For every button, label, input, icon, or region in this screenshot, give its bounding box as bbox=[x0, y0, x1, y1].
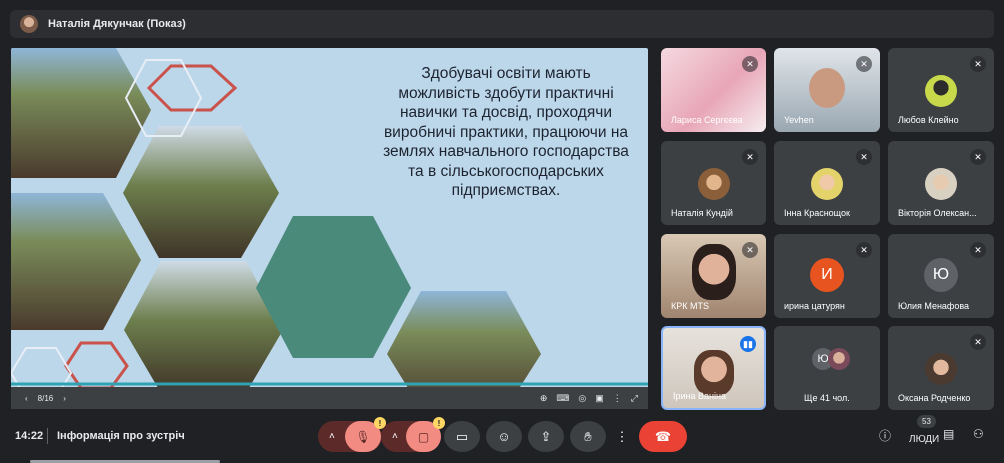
mic-off-icon: ✕ bbox=[742, 149, 758, 165]
camera-warning-badge: ! bbox=[433, 417, 445, 429]
participant-tile[interactable]: Ю ✕ Юлия Менафова bbox=[888, 234, 994, 318]
participant-name: Любов Клейно bbox=[898, 115, 959, 125]
mic-off-icon: ✕ bbox=[856, 242, 872, 258]
participant-name: Наталія Кундій bbox=[671, 208, 733, 218]
participant-name: Yevhen bbox=[784, 115, 814, 125]
presentation-stage: Здобувачі освіти мають можливість здобут… bbox=[11, 48, 648, 409]
mic-off-icon: ✕ bbox=[970, 242, 986, 258]
mic-off-icon: ✕ bbox=[970, 149, 986, 165]
info-icon[interactable]: ⓘ bbox=[879, 427, 891, 444]
chevron-left-icon[interactable]: ‹ bbox=[25, 394, 28, 403]
captions-icon: ▭ bbox=[455, 428, 469, 444]
participant-tile[interactable]: ✕ Інна Краснощок bbox=[774, 141, 880, 225]
chevron-right-icon[interactable]: › bbox=[63, 394, 66, 403]
participant-tile[interactable]: И ✕ ирина цатурян bbox=[774, 234, 880, 318]
participant-avatar bbox=[925, 168, 957, 200]
presenter-avatar bbox=[20, 15, 38, 33]
zoom-icon[interactable]: ⊕ bbox=[540, 393, 548, 404]
participant-name: Лариса Сергєєва bbox=[671, 115, 743, 125]
present-button[interactable]: ⇪ bbox=[528, 421, 564, 452]
participant-tile[interactable]: ✕ Наталія Кундій bbox=[661, 141, 766, 225]
participant-photo bbox=[809, 68, 845, 108]
participant-name: Оксана Родченко bbox=[898, 393, 971, 403]
more-options-button[interactable]: ⋮ bbox=[612, 421, 632, 452]
speaking-indicator-icon: ▮▮ bbox=[740, 336, 756, 352]
participant-name: Вікторія Олексан... bbox=[898, 208, 977, 218]
hand-icon: ✋︎ bbox=[584, 428, 592, 444]
participant-tile[interactable]: ✕ Оксана Родченко bbox=[888, 326, 994, 410]
people-count-badge: 53 bbox=[917, 415, 936, 428]
participant-tile[interactable]: ✕ Любов Клейно bbox=[888, 48, 994, 132]
participant-name: КРК MTS bbox=[671, 301, 709, 311]
chevron-up-icon[interactable]: ˄ bbox=[392, 431, 398, 442]
participant-name: Інна Краснощок bbox=[784, 208, 850, 218]
leave-call-button[interactable]: ☎ bbox=[639, 421, 687, 452]
mic-off-icon: ✕ bbox=[742, 242, 758, 258]
mic-control[interactable]: ˄ 🎙︎ ! bbox=[318, 417, 386, 452]
people-label[interactable]: ЛЮДИ bbox=[909, 434, 939, 445]
participant-avatar bbox=[925, 75, 957, 107]
chevron-up-icon[interactable]: ˄ bbox=[329, 431, 335, 442]
mic-off-icon: ✕ bbox=[856, 56, 872, 72]
clock: 14:22 bbox=[15, 430, 44, 442]
participant-tile[interactable]: ✕ Yevhen bbox=[774, 48, 880, 132]
call-toolbar: 14:22 Інформація про зустріч ˄ 🎙︎ ! ˄ ▢ … bbox=[0, 415, 1004, 463]
more-vert-icon: ⋮ bbox=[615, 428, 629, 444]
camera-control[interactable]: ˄ ▢ ! bbox=[381, 417, 445, 452]
emoji-icon: ☺ bbox=[497, 429, 511, 444]
presenter-bar: Наталія Дякунчак (Показ) bbox=[10, 10, 994, 38]
photo-field-1 bbox=[11, 48, 151, 178]
participant-tile[interactable]: ✕ Вікторія Олексан... bbox=[888, 141, 994, 225]
participant-avatar bbox=[811, 168, 843, 200]
participant-name: Ірина Ваніна bbox=[673, 391, 726, 401]
divider bbox=[47, 428, 48, 444]
participant-name: Юлия Менафова bbox=[898, 301, 970, 311]
phone-hangup-icon: ☎ bbox=[654, 428, 672, 444]
participant-avatar bbox=[828, 348, 850, 370]
keyboard-icon[interactable]: ⌨ bbox=[556, 393, 569, 404]
presenter-title: Наталія Дякунчак (Показ) bbox=[48, 18, 186, 30]
meeting-info-label[interactable]: Інформація про зустріч bbox=[57, 430, 185, 442]
pip-icon[interactable]: ▣ bbox=[595, 393, 604, 404]
photo-tractor-1 bbox=[11, 193, 141, 330]
participant-initial: Ю bbox=[924, 258, 958, 292]
participant-photo bbox=[691, 244, 736, 300]
activities-icon[interactable]: ⚇ bbox=[973, 427, 984, 441]
participant-name: Ще 41 чол. bbox=[804, 393, 850, 403]
participant-photo bbox=[693, 350, 734, 396]
cast-icon[interactable]: ◎ bbox=[578, 393, 586, 404]
photo-tractor-2 bbox=[256, 216, 411, 358]
participant-initial: И bbox=[810, 258, 844, 292]
slide-controls: ‹ 8/16 › ⊕ ⌨ ◎ ▣ ⋮ ⤢ bbox=[11, 387, 648, 409]
fullscreen-icon[interactable]: ⤢ bbox=[631, 393, 638, 404]
participant-tile[interactable]: ✕ КРК MTS bbox=[661, 234, 766, 318]
participant-name: ирина цатурян bbox=[784, 301, 845, 311]
slide-page-indicator: 8/16 bbox=[37, 393, 54, 403]
chat-icon[interactable]: ▤ bbox=[943, 427, 954, 441]
more-icon[interactable]: ⋮ bbox=[613, 393, 622, 404]
mic-off-icon: ✕ bbox=[742, 56, 758, 72]
mic-off-icon: ✕ bbox=[970, 334, 986, 350]
participant-avatar bbox=[925, 353, 957, 385]
photo-workers bbox=[124, 261, 283, 393]
photo-field-2 bbox=[123, 126, 279, 258]
slide-text: Здобувачі освіти мають можливість здобут… bbox=[383, 65, 629, 199]
reactions-button[interactable]: ☺ bbox=[486, 421, 522, 452]
mic-off-icon: ✕ bbox=[970, 56, 986, 72]
captions-button[interactable]: ▭ bbox=[444, 421, 480, 452]
participant-tile-active[interactable]: ▮▮ Ірина Ваніна bbox=[661, 326, 766, 410]
raise-hand-button[interactable]: ✋︎ bbox=[570, 421, 606, 452]
mic-off-icon: ✕ bbox=[856, 149, 872, 165]
participant-tile[interactable]: ✕ Лариса Сергєєва bbox=[661, 48, 766, 132]
more-participants-tile[interactable]: Ю Ще 41 чол. bbox=[774, 326, 880, 410]
present-icon: ⇪ bbox=[540, 428, 552, 444]
participant-avatar bbox=[697, 168, 730, 200]
